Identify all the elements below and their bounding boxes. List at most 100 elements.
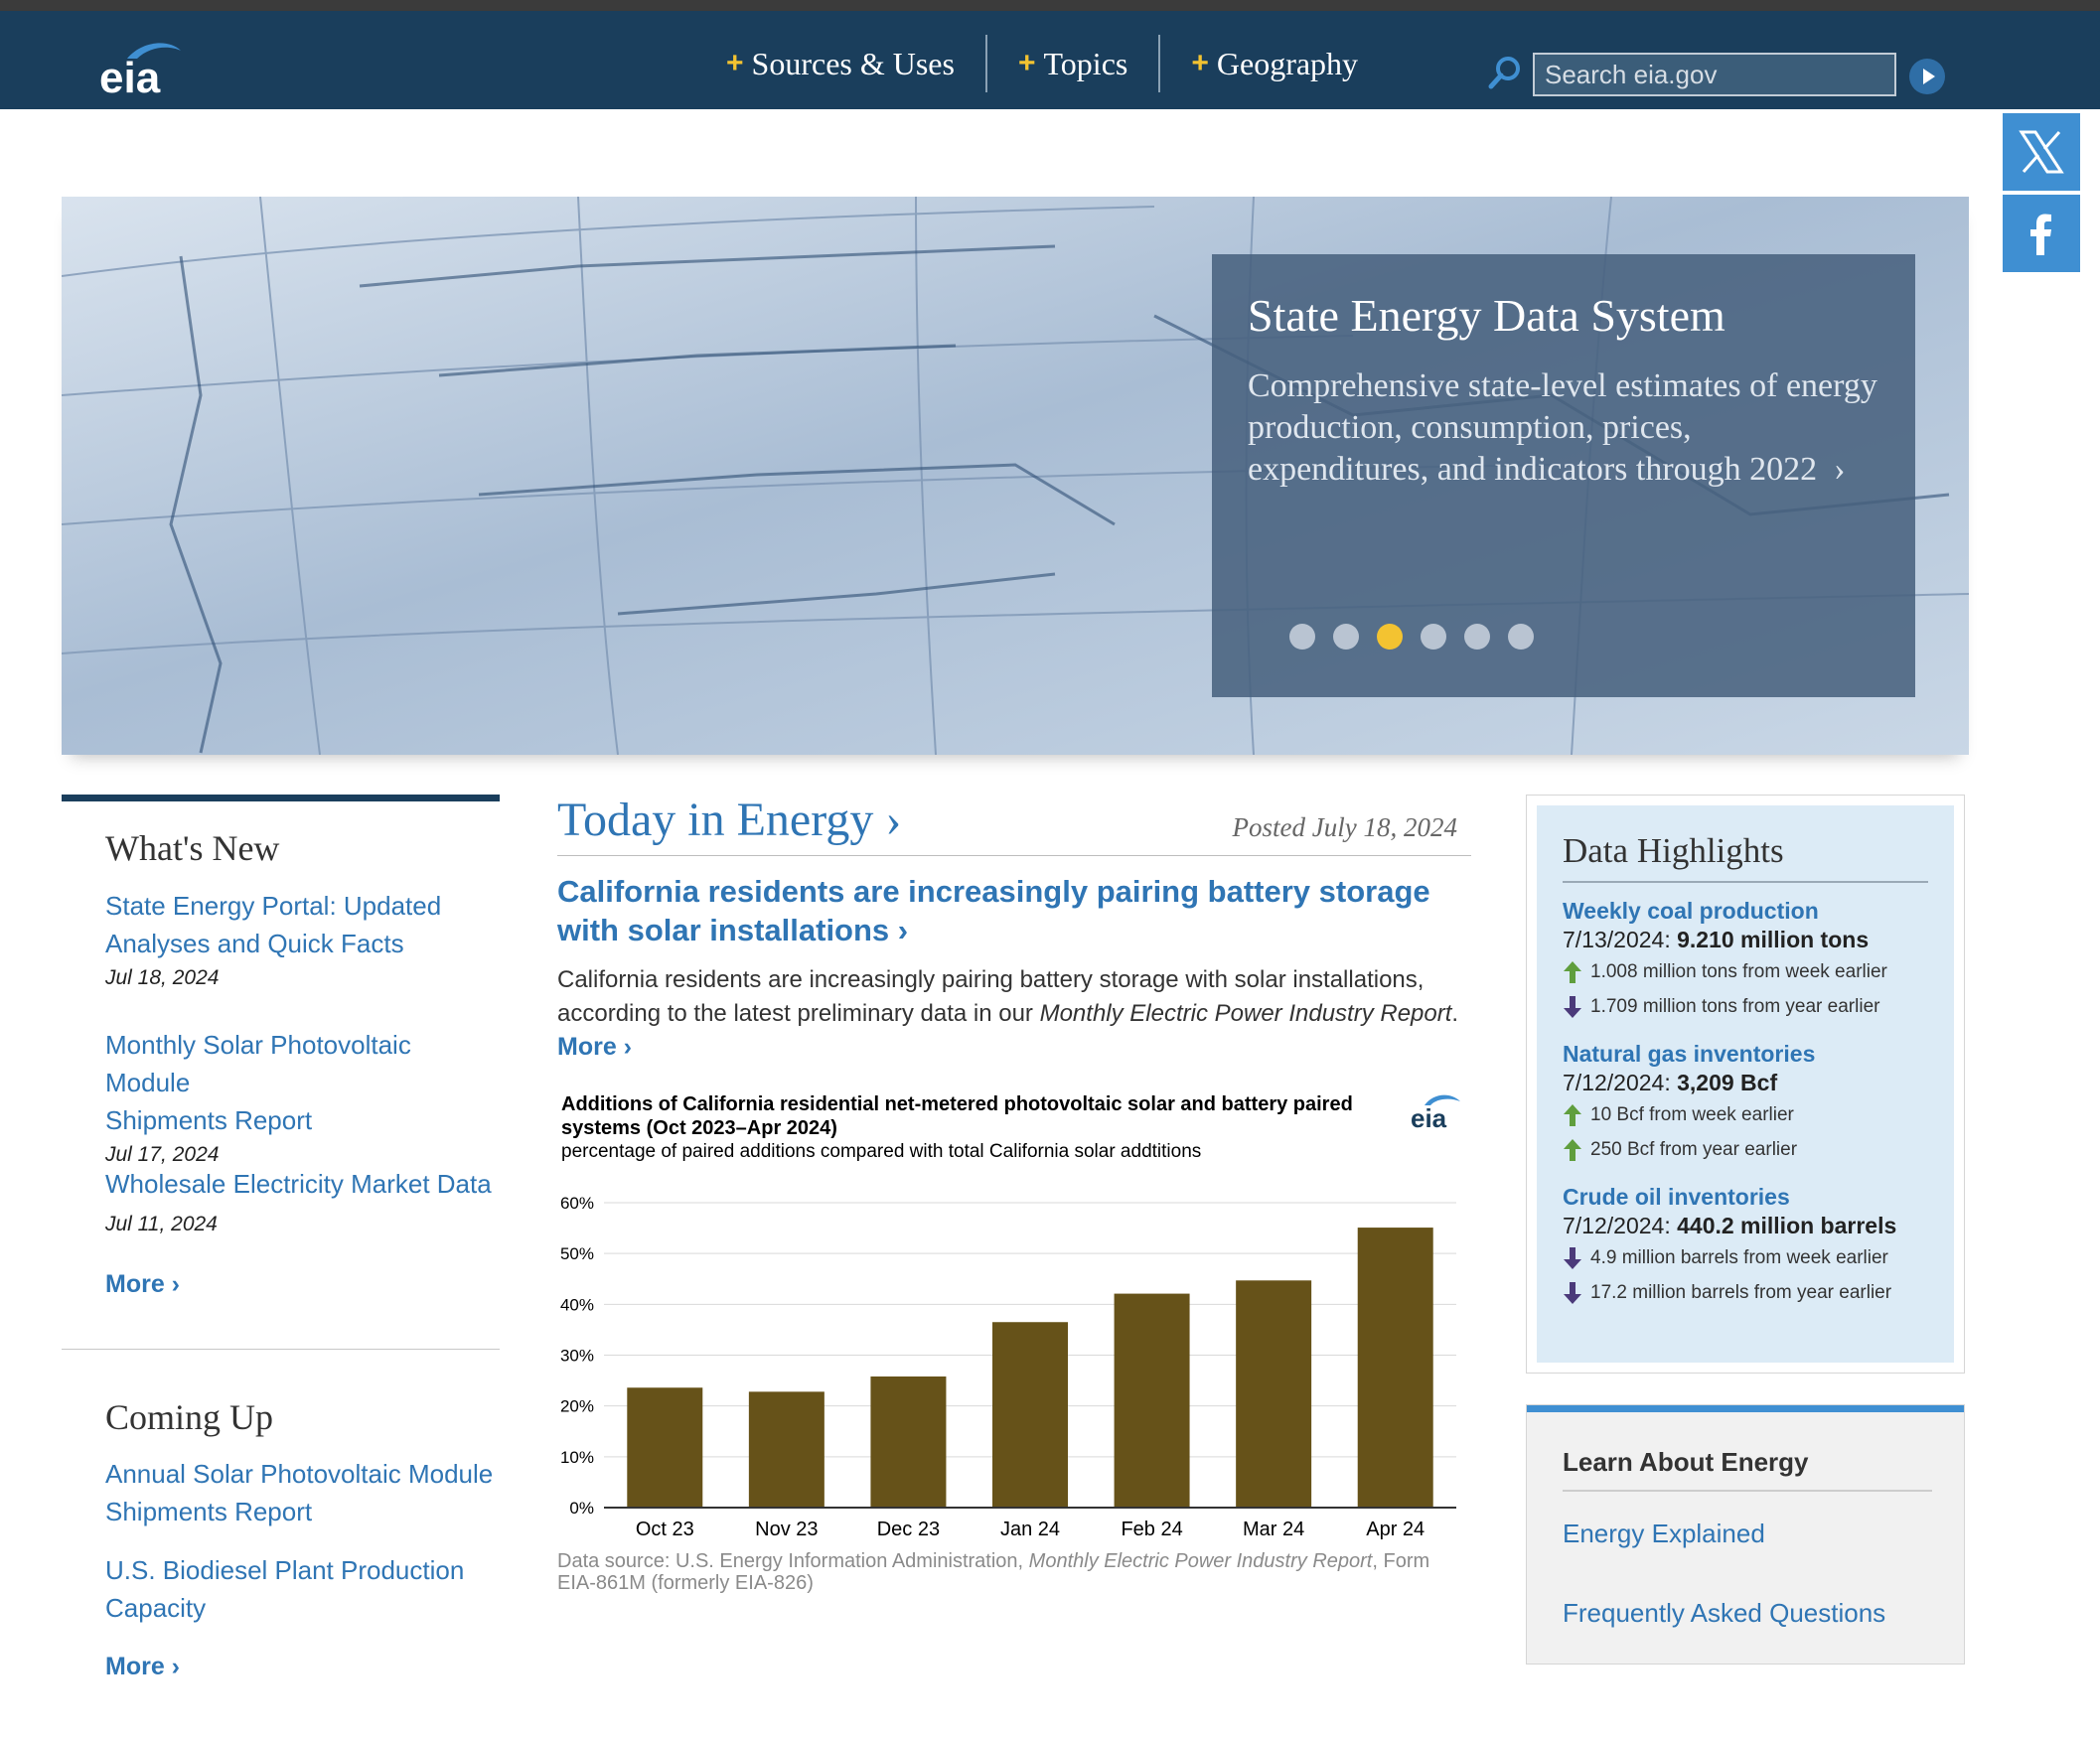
carousel-dot-2[interactable] — [1333, 624, 1359, 650]
main-nav: + Sources & Uses + Topics + Geography — [695, 35, 1389, 92]
data-highlight-item: Natural gas inventories 7/12/2024: 3,209 … — [1563, 1040, 1928, 1167]
whats-new-item[interactable]: Monthly Solar Photovoltaic Module Shipmen… — [105, 1026, 503, 1167]
whats-new-item[interactable]: State Energy Portal: Updated Analyses and… — [105, 887, 503, 990]
plus-icon: + — [1017, 47, 1036, 79]
section-divider — [557, 855, 1471, 856]
carousel-dot-4[interactable] — [1421, 624, 1446, 650]
data-highlight-change: 1.709 million tons from year earlier — [1563, 989, 1928, 1024]
learn-about-energy-panel: Learn About Energy Energy Explained Freq… — [1526, 1404, 1965, 1665]
eia-chart-logo: eia — [1411, 1094, 1460, 1131]
nav-label: Topics — [1043, 45, 1128, 81]
data-highlight-value: 7/12/2024: 3,209 Bcf — [1563, 1070, 1778, 1095]
data-highlight-change: 4.9 million barrels from week earlier — [1563, 1240, 1928, 1275]
nav-topics[interactable]: + Topics — [987, 35, 1158, 92]
hero-title[interactable]: State Energy Data System — [1248, 288, 1879, 344]
y-tick-label: 0% — [569, 1499, 594, 1518]
data-highlight-link[interactable]: Crude oil inventories — [1563, 1183, 1928, 1211]
search-icon — [1488, 57, 1520, 89]
whats-new-link[interactable]: Wholesale Electricity Market Data — [105, 1165, 503, 1203]
energy-explained-link[interactable]: Energy Explained — [1563, 1519, 1765, 1549]
hero-carousel[interactable]: State Energy Data System Comprehensive s… — [62, 197, 1969, 755]
data-highlight-value: 7/13/2024: 9.210 million tons — [1563, 927, 1870, 952]
coming-up-link[interactable]: Annual Solar Photovoltaic Module Shipment… — [105, 1455, 503, 1530]
chart-bar[interactable] — [748, 1391, 825, 1508]
search-input[interactable] — [1533, 53, 1896, 96]
chart-subtitle: percentage of paired additions compared … — [561, 1141, 1202, 1162]
y-tick-label: 50% — [560, 1244, 594, 1263]
y-tick-label: 20% — [560, 1397, 594, 1416]
article-headline-link[interactable]: California residents are increasingly pa… — [557, 872, 1471, 949]
faq-link[interactable]: Frequently Asked Questions — [1563, 1598, 1885, 1629]
chart-bar[interactable] — [1357, 1228, 1433, 1508]
chart-bar[interactable] — [870, 1376, 947, 1508]
data-highlight-change: 250 Bcf from year earlier — [1563, 1132, 1928, 1167]
x-tick-label: Feb 24 — [1121, 1519, 1182, 1540]
coming-up-title: Coming Up — [105, 1397, 274, 1437]
data-highlight-change: 10 Bcf from week earlier — [1563, 1097, 1928, 1132]
posted-date: Posted July 18, 2024 — [1232, 812, 1457, 842]
arrow-up-icon — [1564, 960, 1581, 983]
chart-bar[interactable] — [1114, 1293, 1190, 1508]
arrow-down-icon — [1564, 995, 1581, 1018]
today-in-energy-title[interactable]: Today in Energy › — [557, 793, 901, 847]
learn-panel-top-rule — [1527, 1405, 1964, 1412]
coming-up-more-link[interactable]: More › — [105, 1653, 180, 1681]
carousel-dot-5[interactable] — [1464, 624, 1490, 650]
section-divider — [62, 1349, 500, 1350]
arrow-down-icon — [1564, 1281, 1581, 1304]
whats-new-date: Jul 11, 2024 — [105, 1213, 218, 1235]
y-tick-label: 30% — [560, 1347, 594, 1366]
facebook-social-button[interactable] — [2003, 195, 2080, 272]
search-submit-button[interactable] — [1909, 59, 1945, 94]
chevron-right-icon: › — [1834, 451, 1846, 488]
whats-new-more-link[interactable]: More › — [105, 1270, 180, 1299]
chart-title: Additions of California residential net-… — [561, 1093, 1353, 1139]
x-tick-label: Mar 24 — [1243, 1519, 1304, 1540]
site-header: eia + Sources & Uses + Topics + Geograph… — [0, 11, 2100, 109]
chart-bar[interactable] — [627, 1387, 703, 1508]
carousel-dots — [1289, 624, 1534, 650]
y-tick-label: 40% — [560, 1295, 594, 1314]
x-tick-label: Nov 23 — [755, 1519, 818, 1540]
carousel-dot-1[interactable] — [1289, 624, 1315, 650]
arrow-up-icon — [1564, 1103, 1581, 1126]
facebook-logo-icon — [2030, 214, 2051, 255]
chart-bar[interactable] — [992, 1322, 1068, 1508]
data-highlight-item: Weekly coal production 7/13/2024: 9.210 m… — [1563, 897, 1928, 1024]
x-social-button[interactable] — [2003, 113, 2080, 191]
chart-source: Data source: U.S. Energy Information Adm… — [557, 1550, 1430, 1594]
data-highlight-change: 17.2 million barrels from year earlier — [1563, 1275, 1928, 1310]
x-tick-label: Dec 23 — [877, 1519, 940, 1540]
browser-top-strip — [0, 0, 2100, 11]
whats-new-date: Jul 18, 2024 — [105, 966, 220, 989]
nav-sources-uses[interactable]: + Sources & Uses — [695, 35, 985, 92]
x-tick-label: Oct 23 — [636, 1519, 694, 1540]
data-highlight-change: 1.008 million tons from week earlier — [1563, 954, 1928, 989]
data-highlights-panel: Data Highlights Weekly coal production 7/… — [1526, 795, 1965, 1374]
learn-about-energy-title: Learn About Energy — [1563, 1447, 1932, 1492]
carousel-dot-6[interactable] — [1508, 624, 1534, 650]
svg-text:eia: eia — [1411, 1103, 1447, 1131]
left-column-top-rule — [62, 795, 500, 801]
whats-new-link[interactable]: State Energy Portal: Updated Analyses and… — [105, 887, 503, 962]
hero-description[interactable]: Comprehensive state-level estimates of e… — [1248, 365, 1879, 491]
plus-icon: + — [1191, 47, 1209, 79]
carousel-dot-3[interactable] — [1377, 624, 1403, 650]
nav-geography[interactable]: + Geography — [1160, 35, 1389, 92]
whats-new-link[interactable]: Monthly Solar Photovoltaic Module Shipmen… — [105, 1026, 503, 1139]
whats-new-item[interactable]: Wholesale Electricity Market Data Jul 11… — [105, 1165, 503, 1236]
left-column — [62, 795, 500, 801]
nav-label: Geography — [1216, 45, 1359, 81]
svg-text:eia: eia — [99, 54, 161, 96]
whats-new-title: What's New — [105, 828, 280, 868]
data-highlight-value: 7/12/2024: 440.2 million barrels — [1563, 1213, 1897, 1238]
data-highlight-link[interactable]: Natural gas inventories — [1563, 1040, 1928, 1068]
plus-icon: + — [726, 47, 744, 79]
data-highlight-item: Crude oil inventories 7/12/2024: 440.2 mi… — [1563, 1183, 1928, 1310]
article-more-link[interactable]: More › — [557, 1033, 632, 1062]
data-highlight-link[interactable]: Weekly coal production — [1563, 897, 1928, 925]
coming-up-link[interactable]: U.S. Biodiesel Plant Production Capacity — [105, 1551, 503, 1627]
chart-bar[interactable] — [1236, 1280, 1312, 1508]
nav-label: Sources & Uses — [751, 45, 955, 81]
eia-logo[interactable]: eia — [97, 33, 187, 102]
